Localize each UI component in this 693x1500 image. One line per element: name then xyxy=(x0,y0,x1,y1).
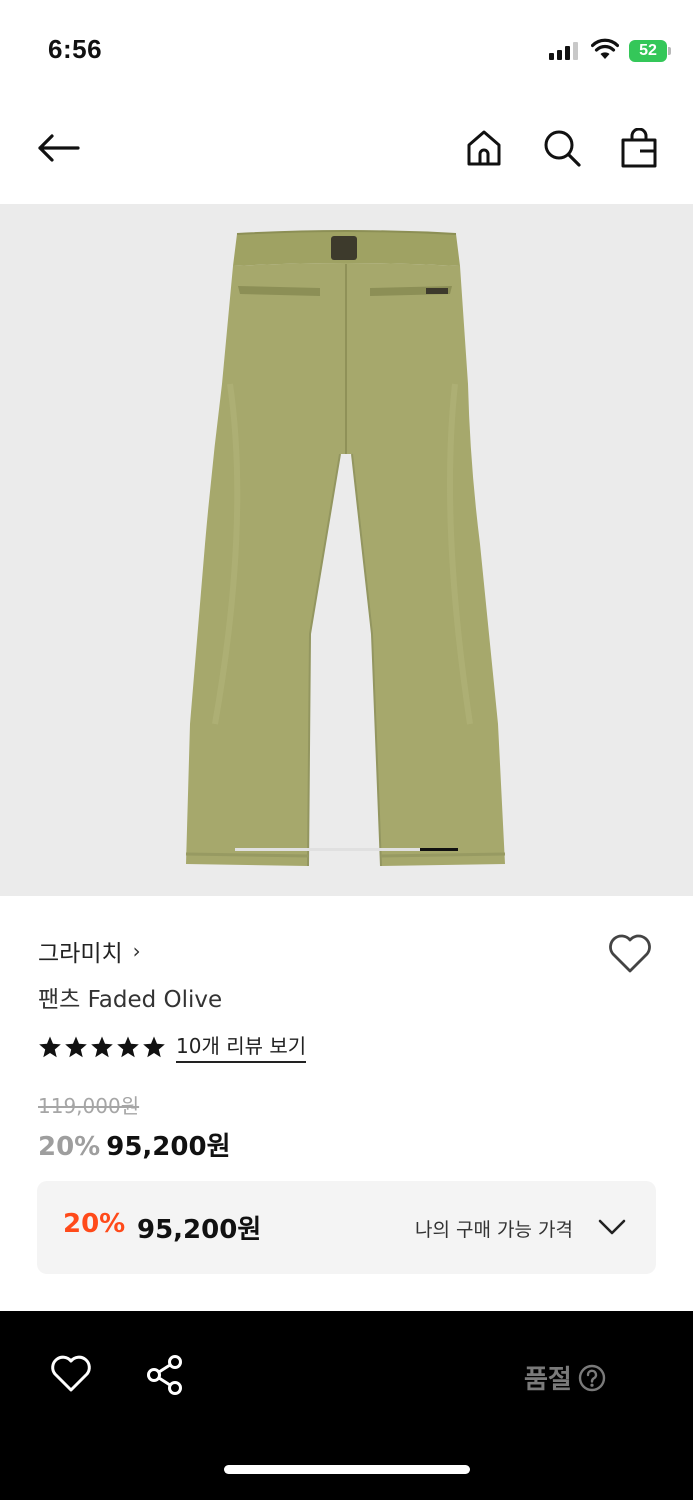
bottom-action-bar: 품절 xyxy=(0,1311,693,1500)
battery-icon: 52 xyxy=(629,40,671,62)
discount-rate: 20% xyxy=(38,1132,101,1162)
share-icon xyxy=(147,1355,182,1395)
bottom-wishlist-button[interactable] xyxy=(48,1353,94,1397)
star-icon xyxy=(143,1036,165,1057)
home-indicator xyxy=(224,1465,470,1474)
share-button[interactable] xyxy=(144,1353,188,1397)
top-nav xyxy=(0,100,693,204)
search-button[interactable] xyxy=(540,126,584,170)
my-price-label: 나의 구매 가능 가격 xyxy=(415,1219,573,1241)
product-name: 팬츠 Faded Olive xyxy=(38,987,223,1013)
shopping-bag-icon xyxy=(621,128,657,168)
heart-icon xyxy=(609,934,651,973)
wifi-icon xyxy=(590,38,620,60)
star-icon xyxy=(39,1036,61,1057)
search-icon xyxy=(544,130,581,167)
chevron-down-icon xyxy=(598,1219,626,1235)
question-circle-icon[interactable] xyxy=(578,1364,606,1392)
wishlist-button[interactable] xyxy=(607,932,653,976)
sale-price: 95,200원 xyxy=(106,1132,231,1162)
original-price: 119,000원 xyxy=(38,1094,140,1118)
home-icon xyxy=(467,130,501,166)
review-link[interactable]: 10개 리뷰 보기 xyxy=(176,1030,307,1063)
star-icon xyxy=(65,1036,87,1057)
status-bar: 6:56 52 xyxy=(0,0,693,100)
product-image[interactable] xyxy=(0,204,693,896)
back-button[interactable] xyxy=(36,126,80,170)
rating-row: 10개 리뷰 보기 xyxy=(38,1030,307,1063)
star-icon xyxy=(117,1036,139,1057)
price-row: 20% 95,200원 xyxy=(38,1126,231,1163)
soldout-label: 품절 xyxy=(524,1365,572,1395)
my-discount-rate: 20% xyxy=(63,1209,126,1239)
my-price-toggle[interactable]: 20% 95,200원 나의 구매 가능 가격 xyxy=(37,1181,656,1274)
brand-name: 그라미치 xyxy=(38,941,123,967)
star-icon xyxy=(91,1036,113,1057)
brand-link[interactable]: 그라미치 › xyxy=(38,934,141,968)
signal-icon xyxy=(549,42,579,60)
my-price-value: 95,200원 xyxy=(137,1215,262,1245)
product-photo xyxy=(185,230,506,867)
rating-stars xyxy=(38,1035,166,1059)
chevron-right-icon: › xyxy=(132,939,141,963)
home-button[interactable] xyxy=(462,126,506,170)
heart-icon xyxy=(51,1355,91,1392)
arrow-left-icon xyxy=(38,134,80,162)
battery-level: 52 xyxy=(629,40,667,62)
status-time: 6:56 xyxy=(48,34,103,64)
soldout-status: 품절 xyxy=(524,1359,606,1396)
cart-button[interactable] xyxy=(617,126,661,170)
gallery-progress-indicator xyxy=(420,848,458,851)
